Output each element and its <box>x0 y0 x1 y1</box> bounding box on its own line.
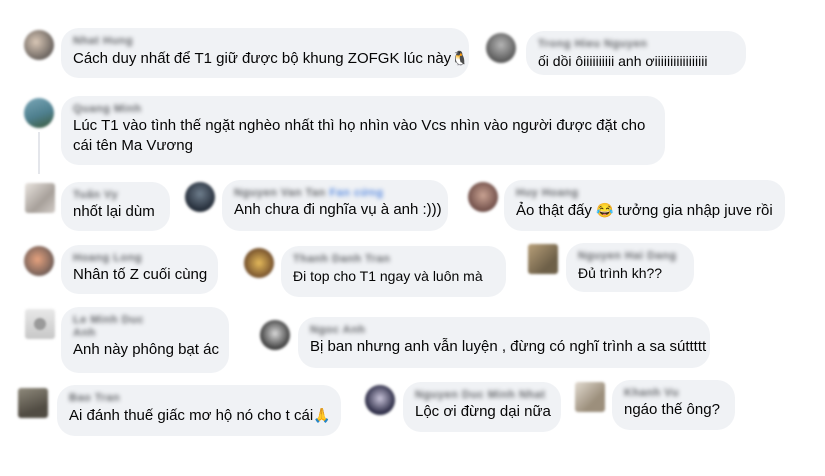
commenter-name[interactable]: Nguyen Hai Dang <box>578 250 682 263</box>
comment-bubble: Nguyen Duc Minh Nhat Lộc ơi đừng dại nữa <box>403 382 561 432</box>
commenter-name[interactable]: Nguyen Duc Minh Nhat <box>415 389 549 402</box>
folded-hands-emoji-icon: 🙏 <box>313 407 331 423</box>
comment-text-after: tưởng gia nhập juve rồi <box>617 202 773 219</box>
comment-bubble: Le Minh Duc Anh Anh này phông bạt ác <box>61 307 229 373</box>
commenter-name[interactable]: Nguyen Van Tan Fan cứng <box>234 187 436 200</box>
avatar[interactable] <box>18 388 48 418</box>
commenter-name[interactable]: Ngoc Anh <box>310 324 698 337</box>
commenter-name[interactable]: Quang Minh <box>73 103 653 116</box>
comment-bubble: Nhat Hung Cách duy nhất để T1 giữ được b… <box>61 28 469 78</box>
avatar[interactable] <box>244 248 274 278</box>
avatar[interactable] <box>365 385 395 415</box>
comment-text: Nhân tố Z cuối cùng <box>73 266 208 283</box>
avatar[interactable] <box>486 33 516 63</box>
avatar[interactable] <box>24 98 54 128</box>
comment-bubble: Hoang Long Nhân tố Z cuối cùng <box>61 245 218 294</box>
comment-bubble: Bao Tran Ai đánh thuế giấc mơ hộ nó cho … <box>57 385 341 436</box>
comment-bubble: Trong Hieu Nguyen ối dồi ôiiiiiiiiii anh… <box>526 31 746 75</box>
commenter-name[interactable]: Khanh Vu <box>624 387 723 400</box>
commenter-name[interactable]: Huy Hoang <box>516 187 773 200</box>
comment-text: Lộc ơi đừng dại nữa <box>415 403 551 420</box>
fan-badge: Fan cứng <box>329 187 384 199</box>
commenter-name[interactable]: Trong Hieu Nguyen <box>538 38 734 51</box>
laughing-emoji-icon: 😂 <box>596 202 614 218</box>
comment-text: Bị ban nhưng anh vẫn luyện , đừng có ngh… <box>310 338 707 355</box>
avatar[interactable] <box>528 244 558 274</box>
comment-bubble: Thanh Danh Tran Đi top cho T1 ngay và lu… <box>281 246 506 297</box>
commenter-name[interactable]: Bao Tran <box>69 392 329 405</box>
comment-text: Cách duy nhất để T1 giữ được bộ khung ZO… <box>73 50 452 67</box>
comment-text: nhốt lại dùm <box>73 203 155 220</box>
comment-text: Đi top cho T1 ngay và luôn mà <box>293 268 483 284</box>
comment-text: Ai đánh thuế giấc mơ hộ nó cho t cái <box>69 407 314 424</box>
comment-text: Lúc T1 vào tình thế ngặt nghèo nhất thì … <box>73 117 646 154</box>
comment-bubble: Quang Minh Lúc T1 vào tình thế ngặt nghè… <box>61 96 665 165</box>
default-avatar-icon <box>34 318 46 330</box>
comment-text: Anh chưa đi nghĩa vụ à anh :))) <box>234 201 442 218</box>
comment-bubble: Ngoc Anh Bị ban nhưng anh vẫn luyện , đừ… <box>298 317 710 368</box>
thread-line <box>38 132 40 174</box>
comment-bubble: Huy Hoang Ảo thật đấy 😂 tưởng gia nhập j… <box>504 180 785 231</box>
comment-text: Ảo thật đấy <box>516 202 592 219</box>
avatar[interactable] <box>468 182 498 212</box>
avatar[interactable] <box>185 182 215 212</box>
avatar[interactable] <box>260 320 290 350</box>
comment-bubble: Tuấn Vy nhốt lại dùm <box>61 182 170 231</box>
comment-bubble: Nguyen Hai Dang Đủ trình kh?? <box>566 243 694 292</box>
commenter-name[interactable]: Thanh Danh Tran <box>293 253 494 266</box>
avatar[interactable] <box>25 183 55 213</box>
comment-text: ngáo thế ông? <box>624 401 720 418</box>
penguin-emoji-icon: 🐧 <box>451 50 469 66</box>
avatar[interactable] <box>24 246 54 276</box>
comment-bubble: Khanh Vu ngáo thế ông? <box>612 380 735 430</box>
comment-text: Anh này phông bạt ác <box>73 341 219 358</box>
commenter-name[interactable]: Nhat Hung <box>73 35 457 48</box>
avatar[interactable] <box>24 30 54 60</box>
commenter-name[interactable]: Le Minh Duc Anh <box>73 314 153 340</box>
avatar[interactable] <box>575 382 605 412</box>
comment-bubble: Nguyen Van Tan Fan cứng Anh chưa đi nghĩ… <box>222 180 448 231</box>
commenter-name[interactable]: Hoang Long <box>73 252 206 265</box>
commenter-name[interactable]: Tuấn Vy <box>73 189 158 202</box>
comment-text: Đủ trình kh?? <box>578 265 663 281</box>
comment-text: ối dồi ôiiiiiiiiii anh ơiiiiiiiiiiiiiiii… <box>538 53 708 69</box>
